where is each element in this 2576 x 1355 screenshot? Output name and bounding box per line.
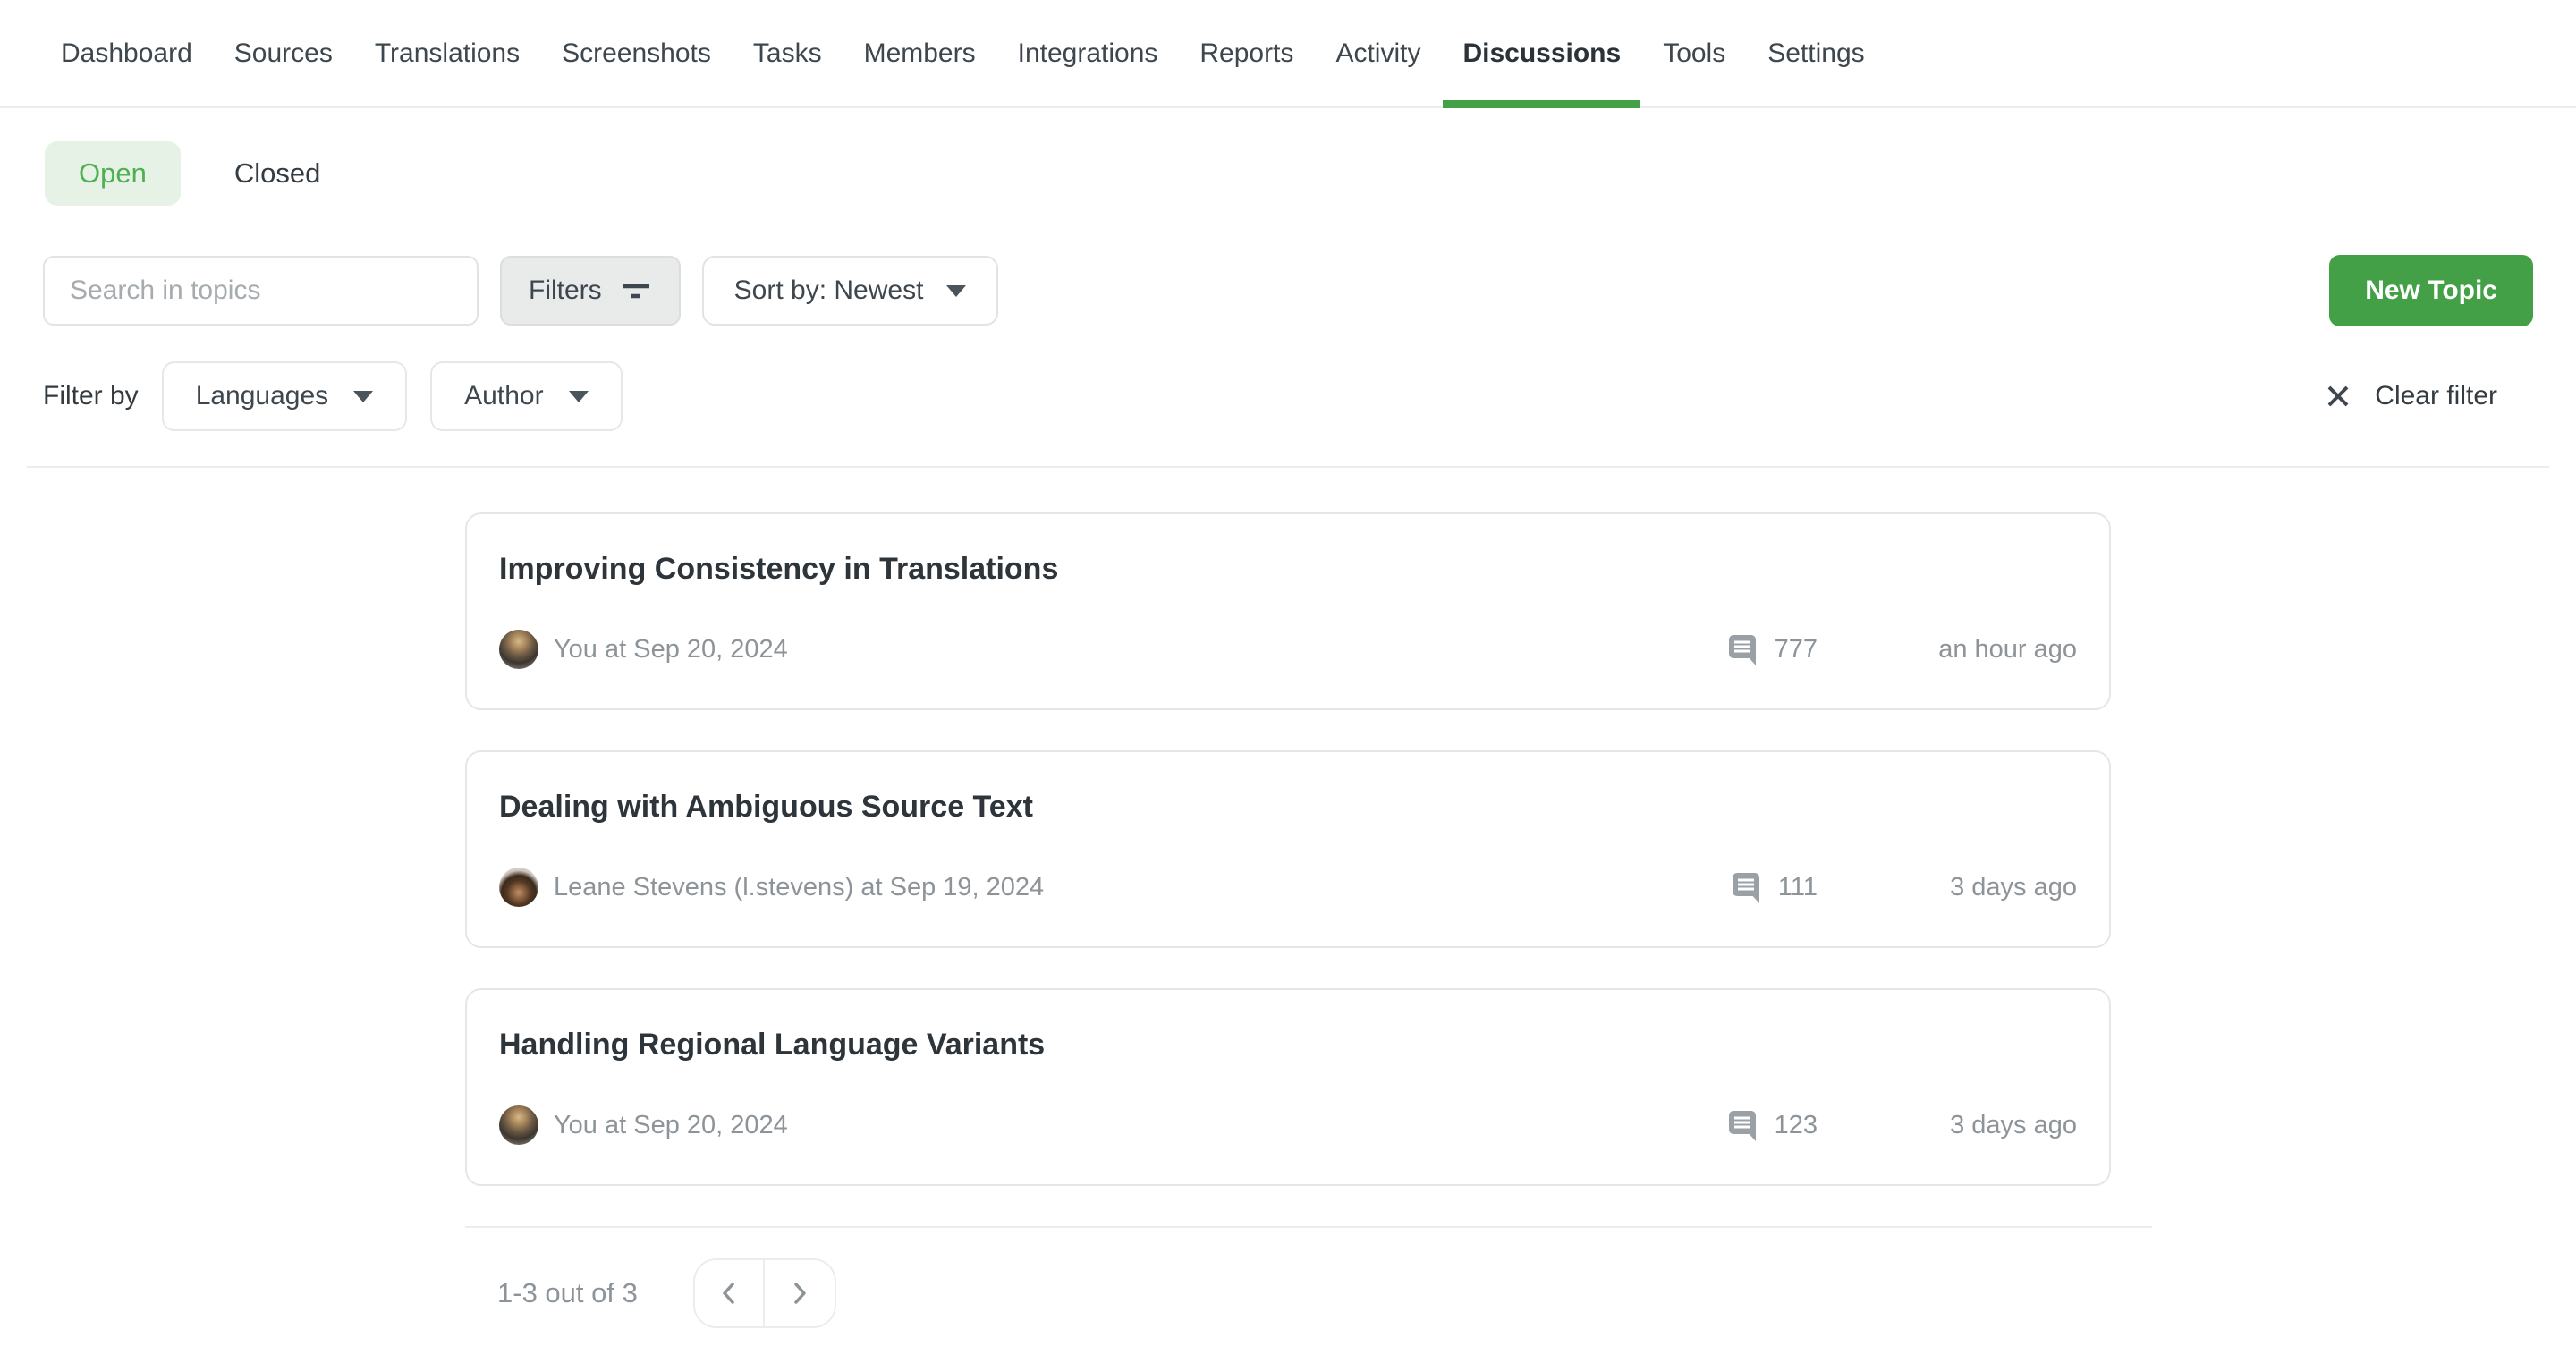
topic-time: an hour ago <box>1818 635 2077 665</box>
nav-item-translations[interactable]: Translations <box>375 0 520 106</box>
search-input[interactable] <box>43 256 479 326</box>
new-topic-button[interactable]: New Topic <box>2329 255 2533 326</box>
topics-list: Improving Consistency in Translations Yo… <box>465 512 2111 1355</box>
filter-lines-icon <box>620 277 652 304</box>
languages-dropdown-label: Languages <box>196 381 328 411</box>
tab-closed[interactable]: Closed <box>234 157 321 190</box>
comment-bubble-icon <box>1731 870 1763 904</box>
author-dropdown-label: Author <box>464 381 543 411</box>
filter-bar: Filter by Languages Author Clear filter <box>0 360 2576 432</box>
status-tabs: Open Closed <box>0 141 2576 206</box>
author-avatar <box>499 630 538 669</box>
topic-card[interactable]: Improving Consistency in Translations Yo… <box>465 512 2111 710</box>
filters-button-label: Filters <box>529 275 602 306</box>
tab-open[interactable]: Open <box>45 141 181 206</box>
topics-toolbar: Filters Sort by: Newest New Topic <box>0 255 2576 326</box>
nav-item-settings[interactable]: Settings <box>1767 0 1864 106</box>
pagination-info: 1-3 out of 3 <box>497 1277 638 1309</box>
comments-group: 777 <box>1727 632 1818 666</box>
close-icon <box>2323 381 2353 411</box>
list-bottom-divider <box>465 1226 2152 1228</box>
clear-filter-label: Clear filter <box>2375 381 2497 411</box>
topic-author-line: You at Sep 20, 2024 <box>554 635 788 665</box>
nav-item-activity[interactable]: Activity <box>1335 0 1420 106</box>
topic-author-line: You at Sep 20, 2024 <box>554 1111 788 1140</box>
pager-buttons <box>693 1258 836 1328</box>
nav-item-integrations[interactable]: Integrations <box>1018 0 1158 106</box>
sort-dropdown[interactable]: Sort by: Newest <box>702 256 999 326</box>
comment-count: 777 <box>1775 635 1818 665</box>
topic-card[interactable]: Dealing with Ambiguous Source Text Leane… <box>465 750 2111 948</box>
nav-item-discussions[interactable]: Discussions <box>1462 0 1621 106</box>
topic-time: 3 days ago <box>1818 873 2077 902</box>
top-navigation: Dashboard Sources Translations Screensho… <box>0 0 2576 108</box>
topic-meta: You at Sep 20, 2024 777 an hour ago <box>499 630 2077 669</box>
comment-bubble-icon <box>1727 1108 1759 1142</box>
comment-bubble-icon <box>1727 632 1759 666</box>
nav-item-tools[interactable]: Tools <box>1663 0 1725 106</box>
nav-item-sources[interactable]: Sources <box>234 0 333 106</box>
nav-item-members[interactable]: Members <box>864 0 976 106</box>
chevron-down-icon <box>569 391 589 402</box>
comment-count: 123 <box>1775 1111 1818 1140</box>
pagination: 1-3 out of 3 <box>465 1258 2111 1355</box>
previous-page-button[interactable] <box>695 1260 765 1326</box>
nav-item-reports[interactable]: Reports <box>1199 0 1293 106</box>
topic-meta: Leane Stevens (l.stevens) at Sep 19, 202… <box>499 868 2077 907</box>
comment-count: 111 <box>1778 873 1818 902</box>
comments-group: 123 <box>1727 1108 1818 1142</box>
chevron-down-icon <box>353 391 373 402</box>
topic-title[interactable]: Dealing with Ambiguous Source Text <box>499 790 2077 825</box>
topic-meta: You at Sep 20, 2024 123 3 days ago <box>499 1105 2077 1145</box>
filters-button[interactable]: Filters <box>500 256 681 326</box>
topic-title[interactable]: Improving Consistency in Translations <box>499 552 2077 587</box>
filter-section-divider <box>27 466 2549 468</box>
topic-card[interactable]: Handling Regional Language Variants You … <box>465 988 2111 1186</box>
filter-by-label: Filter by <box>43 381 139 411</box>
chevron-down-icon <box>946 285 966 297</box>
comments-group: 111 <box>1731 870 1818 904</box>
languages-dropdown[interactable]: Languages <box>162 361 407 431</box>
author-dropdown[interactable]: Author <box>430 361 622 431</box>
chevron-right-icon <box>788 1282 811 1305</box>
author-avatar <box>499 1105 538 1145</box>
sort-dropdown-label: Sort by: Newest <box>734 275 924 306</box>
nav-item-tasks[interactable]: Tasks <box>753 0 822 106</box>
topic-time: 3 days ago <box>1818 1111 2077 1140</box>
nav-item-dashboard[interactable]: Dashboard <box>61 0 192 106</box>
topic-title[interactable]: Handling Regional Language Variants <box>499 1028 2077 1063</box>
topic-author-line: Leane Stevens (l.stevens) at Sep 19, 202… <box>554 873 1044 902</box>
next-page-button[interactable] <box>765 1260 835 1326</box>
clear-filter-button[interactable]: Clear filter <box>2323 381 2497 411</box>
nav-item-screenshots[interactable]: Screenshots <box>562 0 711 106</box>
chevron-left-icon <box>717 1282 741 1305</box>
author-avatar <box>499 868 538 907</box>
